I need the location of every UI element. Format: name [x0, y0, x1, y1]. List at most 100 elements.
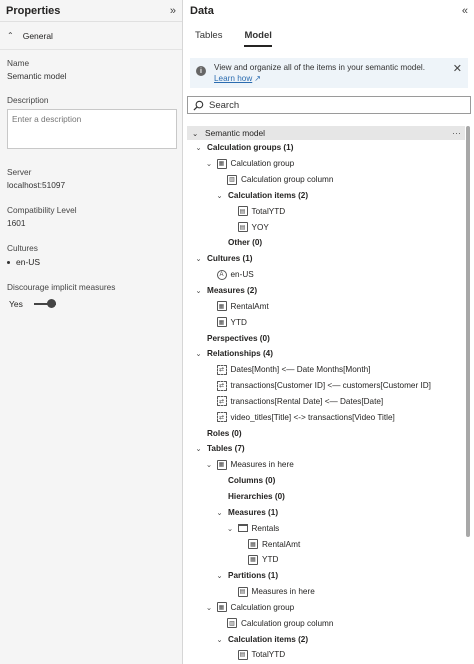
chevron-down-icon[interactable]: ⌄	[194, 349, 203, 358]
chevron-down-icon[interactable]: ⌄	[205, 603, 214, 612]
tree-item[interactable]: ⇄ transactions[Rental Date] <— Dates[Date…	[187, 394, 465, 410]
tree-item[interactable]: ⌄ Measures (1)	[187, 504, 465, 520]
implicit-measures-value: Yes	[9, 299, 23, 309]
tab-tables[interactable]: Tables	[195, 30, 222, 47]
tree-item-label: transactions[Customer ID] <— customers[C…	[230, 381, 431, 391]
partition-icon: ▤	[237, 586, 248, 597]
tree-item-label: Relationships (4)	[207, 349, 273, 359]
tree-item[interactable]: ▥ Calculation group column	[187, 172, 465, 188]
search-box[interactable]	[187, 96, 471, 114]
search-input[interactable]	[209, 99, 459, 111]
calc-group-icon: ▦	[216, 158, 227, 169]
measure-icon: ▦	[216, 317, 227, 328]
tree-item-label: Calculation items (2)	[228, 190, 309, 200]
tree-item-label: transactions[Rental Date] <— Dates[Date]	[230, 396, 384, 406]
tree-item[interactable]: ▤ TotalYTD	[187, 203, 465, 219]
chevron-down-icon[interactable]: ⌄	[194, 254, 203, 263]
tree-item[interactable]: ⌄ Cultures (1)	[187, 251, 465, 267]
measure-icon: ▦	[248, 539, 258, 550]
chevron-down-icon[interactable]: ⌄	[205, 159, 214, 168]
tree-item-label: Rentals	[251, 523, 280, 533]
search-icon	[193, 100, 204, 111]
cultures-label: Cultures	[7, 243, 38, 253]
double-chevron-right-icon[interactable]: »	[170, 5, 176, 17]
tree-root-row[interactable]: ⌄ Semantic model ···	[187, 126, 465, 140]
culture-list-item: en-US	[0, 257, 182, 267]
implicit-measures-field: Discourage implicit measures	[0, 282, 182, 292]
chevron-down-icon[interactable]: ⌄	[194, 444, 203, 453]
external-link-icon[interactable]: ↗	[254, 74, 261, 83]
general-section-header[interactable]: ⌃ General	[0, 22, 182, 50]
relationship-icon: ⇄	[216, 396, 227, 407]
properties-header: Properties »	[0, 0, 182, 22]
tree-item[interactable]: ⌄ Measures (2)	[187, 283, 465, 299]
tree-item[interactable]: ▤ YOY	[187, 219, 465, 235]
tree-item[interactable]: ▤ TotalYTD	[187, 647, 465, 663]
tree-item-label: RentalAmt	[230, 301, 269, 311]
name-label: Name	[7, 58, 30, 68]
tree-item[interactable]: Hierarchies (0)	[187, 489, 465, 505]
description-label: Description	[7, 95, 49, 105]
compatibility-label: Compatibility Level	[7, 205, 77, 215]
learn-how-link[interactable]: Learn how	[214, 74, 252, 83]
close-icon[interactable]: ✕	[453, 62, 462, 84]
tree-item[interactable]: ▥ Calculation group column	[187, 615, 465, 631]
tab-model[interactable]: Model	[244, 30, 272, 47]
implicit-measures-toggle[interactable]	[33, 299, 56, 308]
double-chevron-left-icon[interactable]: «	[462, 5, 468, 17]
tree-item[interactable]: ⌄ Calculation groups (1)	[187, 140, 465, 156]
chevron-down-icon[interactable]: ⌄	[194, 286, 203, 295]
tree-item[interactable]: Perspectives (0)	[187, 330, 465, 346]
data-title: Data	[190, 5, 214, 17]
description-field: Description	[0, 95, 182, 105]
compatibility-field: Compatibility Level 1601	[0, 205, 182, 228]
tree-item[interactable]: Other (0)	[187, 235, 465, 251]
tree-item[interactable]: ⌄ Calculation items (2)	[187, 631, 465, 647]
chevron-down-icon[interactable]: ⌄	[215, 508, 224, 517]
tree-item[interactable]: Aen-US	[187, 267, 465, 283]
name-value: Semantic model	[7, 71, 67, 81]
tree-item[interactable]: ⇄ video_titles[Title] <-> transactions[Vi…	[187, 409, 465, 425]
tree-item-label: Measures (1)	[228, 507, 279, 517]
chevron-down-icon[interactable]: ⌄	[215, 191, 224, 200]
tree-item[interactable]: Columns (0)	[187, 473, 465, 489]
more-options-icon[interactable]: ···	[452, 128, 461, 138]
tree-scrollbar[interactable]	[466, 126, 470, 537]
tree-item[interactable]: ▦ YTD	[187, 314, 465, 330]
folder-icon	[237, 524, 248, 533]
tree-item-label: video_titles[Title] <-> transactions[Vid…	[230, 412, 395, 422]
calc-group-icon: ▦	[216, 602, 227, 613]
description-input[interactable]	[7, 109, 177, 149]
tree-item-label: Calculation group	[230, 602, 295, 612]
tree-item-label: Hierarchies (0)	[228, 491, 285, 501]
server-label: Server	[7, 167, 32, 177]
tree-item[interactable]: ⌄ Relationships (4)	[187, 346, 465, 362]
tree-item[interactable]: ▤ Measures in here	[187, 584, 465, 600]
chevron-down-icon[interactable]: ⌄	[192, 129, 201, 138]
tree-item[interactable]: ▦ RentalAmt	[187, 298, 465, 314]
chevron-up-icon: ⌃	[7, 31, 14, 40]
chevron-down-icon[interactable]: ⌄	[215, 571, 224, 580]
tree-item-label: Calculation group column	[241, 175, 334, 185]
tree-item[interactable]: ⌄ ▦ Calculation group	[187, 599, 465, 615]
tree-item[interactable]: ▦ RentalAmt	[187, 536, 465, 552]
name-field: Name Semantic model	[0, 58, 182, 81]
chevron-down-icon[interactable]: ⌄	[194, 143, 203, 152]
tree-item[interactable]: Roles (0)	[187, 425, 465, 441]
tree-item[interactable]: ⇄ transactions[Customer ID] <— customers[…	[187, 378, 465, 394]
info-banner: i View and organize all of the items in …	[190, 58, 468, 88]
chevron-down-icon[interactable]: ⌄	[215, 635, 224, 644]
tree-item[interactable]: ⌄ Calculation items (2)	[187, 188, 465, 204]
tree-item[interactable]: ⌄ Tables (7)	[187, 441, 465, 457]
chevron-down-icon[interactable]: ⌄	[226, 524, 235, 533]
tree-item[interactable]: ⌄ ▦ Measures in here	[187, 457, 465, 473]
tree-item[interactable]: ⇄ Dates[Month] <— Date Months[Month]	[187, 362, 465, 378]
tree-item[interactable]: ▦ YTD	[187, 552, 465, 568]
culture-value: en-US	[16, 257, 41, 267]
chevron-down-icon[interactable]: ⌄	[205, 460, 214, 469]
tree-item[interactable]: ⌄ Rentals	[187, 520, 465, 536]
tree-item[interactable]: ⌄ Partitions (1)	[187, 568, 465, 584]
server-value: localhost:51097	[7, 180, 66, 190]
tree-item-label: Calculation items (2)	[228, 634, 309, 644]
tree-item[interactable]: ⌄ ▦ Calculation group	[187, 156, 465, 172]
